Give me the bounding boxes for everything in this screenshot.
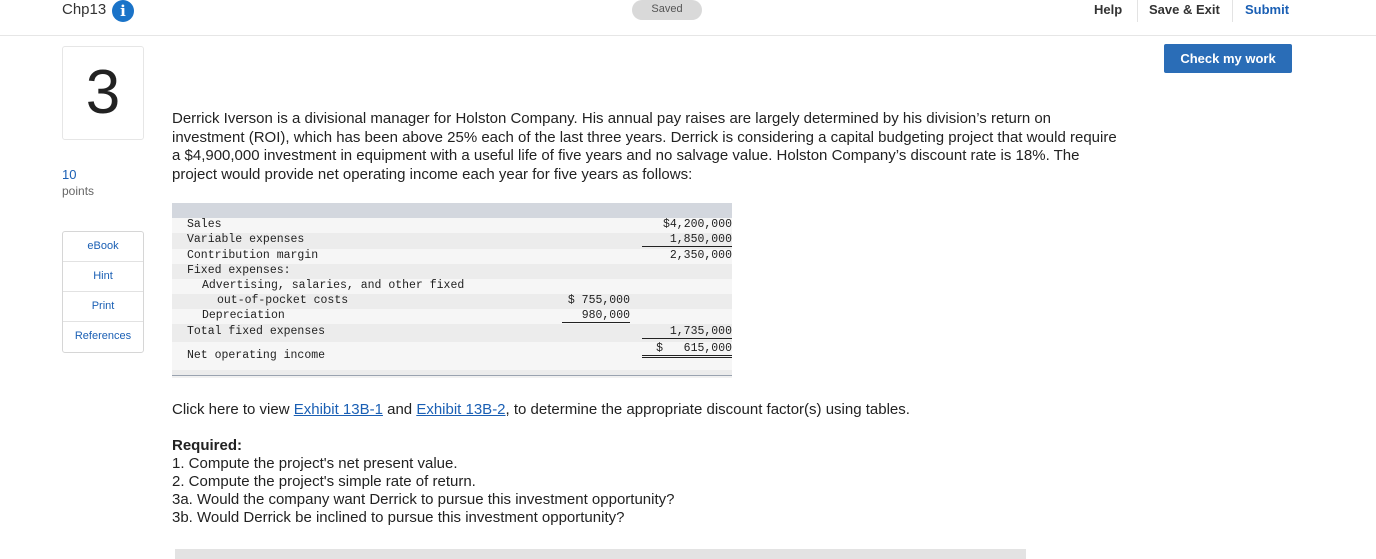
- row-amount: 1,850,000: [642, 233, 732, 247]
- row-label: Contribution margin: [187, 249, 319, 262]
- exhibit-13b-2-link[interactable]: Exhibit 13B-2: [416, 401, 505, 418]
- top-bar: Chp13 i Saved Help Save & Exit Submit: [0, 0, 1376, 36]
- info-icon[interactable]: i: [112, 0, 134, 22]
- hint-link[interactable]: Hint: [63, 262, 143, 292]
- question-text: Derrick Iverson is a divisional manager …: [172, 110, 1117, 183]
- table-bottom-border: [172, 375, 732, 378]
- required-title: Required:: [172, 437, 243, 454]
- table-row: Total fixed expenses 1,735,000: [172, 325, 732, 340]
- row-label: Total fixed expenses: [187, 325, 326, 338]
- table-row: Depreciation 980,000: [172, 309, 732, 324]
- question-number: 3: [85, 58, 121, 127]
- table-row: Contribution margin 2,350,000: [172, 249, 732, 264]
- nav-divider: [1137, 0, 1138, 22]
- income-statement-table: Sales $4,200,000 Variable expenses 1,850…: [172, 203, 732, 378]
- exhibit-middle: and: [382, 401, 417, 418]
- points-value: 10: [62, 167, 77, 182]
- nav-divider: [1232, 0, 1233, 22]
- chapter-title: Chp13: [62, 1, 107, 18]
- saved-status-badge: Saved: [632, 0, 702, 20]
- required-section: Required: 1. Compute the project's net p…: [172, 437, 674, 527]
- ebook-link[interactable]: eBook: [63, 232, 143, 262]
- exhibit-suffix: , to determine the appropriate discount …: [505, 401, 910, 418]
- row-label: Depreciation: [202, 309, 285, 322]
- row-amount: 980,000: [562, 309, 630, 323]
- resource-links: eBook Hint Print References: [62, 231, 144, 353]
- question-number-box: 3: [62, 46, 144, 140]
- required-item: 3b. Would Derrick be inclined to pursue …: [172, 509, 625, 526]
- points-label: points: [62, 184, 95, 198]
- row-amount: $ 755,000: [567, 294, 630, 307]
- submit-link[interactable]: Submit: [1245, 2, 1289, 17]
- row-amount: $ 615,000: [642, 342, 732, 358]
- exhibit-13b-1-link[interactable]: Exhibit 13B-1: [294, 401, 383, 418]
- row-label: out-of-pocket costs: [217, 294, 349, 307]
- required-item: 2. Compute the project's simple rate of …: [172, 473, 476, 490]
- check-my-work-button[interactable]: Check my work: [1164, 44, 1292, 73]
- row-label: Sales: [187, 218, 222, 231]
- table-header-band: [172, 203, 732, 218]
- table-row: Net operating income $ 615,000: [172, 342, 732, 370]
- table-row: Fixed expenses:: [172, 264, 732, 279]
- table-row: Variable expenses 1,850,000: [172, 233, 732, 248]
- required-item: 3a. Would the company want Derrick to pu…: [172, 491, 675, 508]
- row-label: Fixed expenses:: [187, 264, 291, 277]
- print-link[interactable]: Print: [63, 292, 143, 322]
- required-item: 1. Compute the project's net present val…: [172, 455, 458, 472]
- save-exit-link[interactable]: Save & Exit: [1149, 2, 1220, 17]
- row-label: Variable expenses: [187, 233, 305, 246]
- references-link[interactable]: References: [63, 322, 143, 352]
- row-label: Advertising, salaries, and other fixed: [202, 279, 465, 292]
- row-amount: 2,350,000: [669, 249, 732, 262]
- answer-tabs-bar: [175, 549, 1026, 559]
- row-amount: $4,200,000: [662, 218, 732, 231]
- help-link[interactable]: Help: [1094, 2, 1122, 17]
- table-row: Sales $4,200,000: [172, 218, 732, 233]
- exhibit-prefix: Click here to view: [172, 401, 294, 418]
- row-amount: 1,735,000: [642, 325, 732, 339]
- row-label: Net operating income: [187, 349, 326, 362]
- table-row: out-of-pocket costs $ 755,000: [172, 294, 732, 309]
- exhibit-instructions: Click here to view Exhibit 13B-1 and Exh…: [172, 401, 910, 418]
- table-row: Advertising, salaries, and other fixed: [172, 279, 732, 294]
